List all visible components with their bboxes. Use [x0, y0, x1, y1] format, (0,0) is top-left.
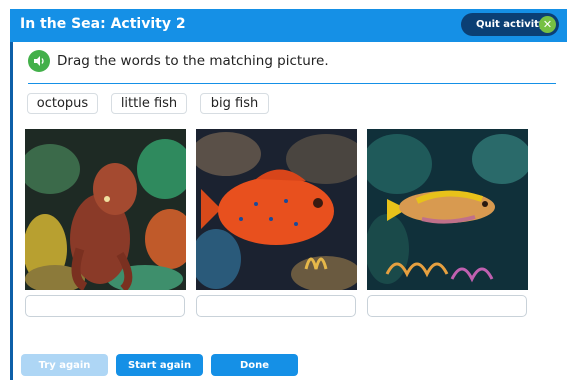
instruction-text: Drag the words to the matching picture.: [57, 53, 329, 69]
answer-box-1[interactable]: [25, 295, 185, 317]
window-edge: [10, 9, 13, 380]
instruction-row: Drag the words to the matching picture.: [28, 48, 329, 74]
word-chip-octopus[interactable]: octopus: [27, 93, 98, 114]
answer-box-3[interactable]: [367, 295, 527, 317]
activity-header: In the Sea: Activity 2 Quit activity ✕: [10, 9, 567, 42]
picture-yellow-fish: [367, 129, 528, 290]
divider-line: [28, 83, 556, 84]
try-again-button[interactable]: Try again: [21, 354, 108, 376]
answer-box-2[interactable]: [196, 295, 356, 317]
picture-red-fish: [196, 129, 357, 290]
quit-activity-label: Quit activity: [476, 19, 546, 30]
start-again-button[interactable]: Start again: [116, 354, 203, 376]
speaker-icon[interactable]: [28, 50, 50, 72]
activity-title: In the Sea: Activity 2: [20, 16, 186, 32]
word-chip-little-fish[interactable]: little fish: [111, 93, 187, 114]
picture-octopus: [25, 129, 186, 290]
quit-activity-button[interactable]: Quit activity ✕: [461, 13, 559, 36]
done-button[interactable]: Done: [211, 354, 298, 376]
word-chip-big-fish[interactable]: big fish: [200, 93, 269, 114]
close-icon: ✕: [539, 16, 556, 33]
